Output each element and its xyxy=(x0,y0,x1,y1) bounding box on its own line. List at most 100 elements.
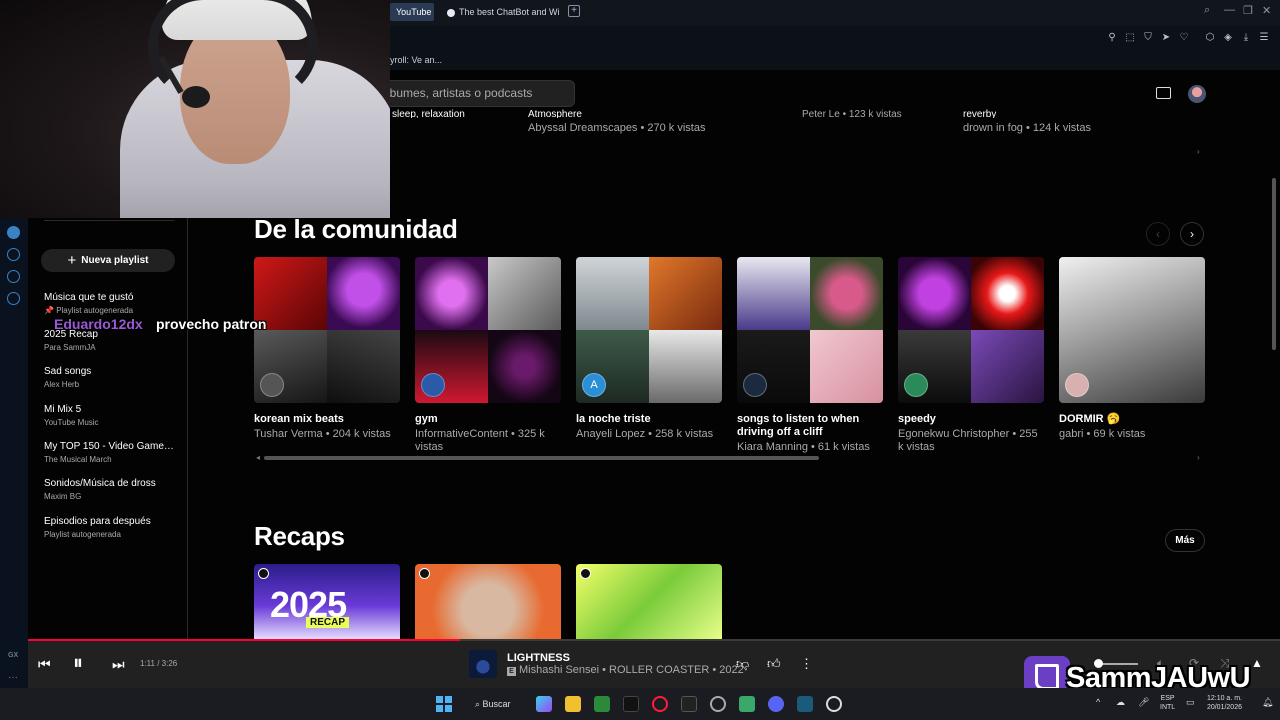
windows-start-icon[interactable] xyxy=(436,696,452,712)
playlist-cover[interactable] xyxy=(898,257,1044,403)
tab-youtube[interactable]: YouTube xyxy=(390,3,434,21)
like-icon[interactable]: 👍︎ xyxy=(767,656,781,672)
playlist-card[interactable]: gym InformativeContent • 325 k vistas xyxy=(415,257,561,454)
player-icon[interactable] xyxy=(7,270,20,283)
next-track-icon[interactable]: ⏭ xyxy=(112,656,125,673)
recap-card[interactable]: 2025 RECAP xyxy=(254,564,400,640)
mic-tray-icon[interactable]: 🎤︎ xyxy=(1138,697,1149,708)
tray-chevron-icon[interactable]: ^ xyxy=(1096,697,1100,707)
prev-card-title: sleep, relaxation xyxy=(392,109,465,118)
pause-icon[interactable]: ⏸ xyxy=(73,652,83,675)
card-title[interactable]: DORMIR 🥱 xyxy=(1059,413,1205,426)
opera-gx-icon[interactable] xyxy=(652,696,668,712)
taskbar-search[interactable]: ⌕ Buscar xyxy=(468,695,524,713)
section-title-community: De la comunidad xyxy=(254,214,458,244)
carousel-next-button[interactable]: › xyxy=(1180,222,1204,246)
card-title[interactable]: korean mix beats xyxy=(254,413,400,426)
horizontal-scrollbar[interactable] xyxy=(264,456,819,460)
card-title[interactable]: songs to listen to when driving off a cl… xyxy=(737,413,883,439)
new-playlist-button[interactable]: + Nueva playlist xyxy=(41,249,175,272)
card-title[interactable]: gym xyxy=(415,413,561,426)
menu-icon[interactable]: ☰ xyxy=(1257,31,1271,45)
carousel-prev-button[interactable]: ‹ xyxy=(1146,222,1170,246)
shield-icon[interactable]: ⛉ xyxy=(1141,31,1155,45)
gx-icon[interactable]: GX xyxy=(8,652,18,659)
playlist-card[interactable]: A la noche triste Anayeli Lopez • 258 k … xyxy=(576,257,722,441)
copilot-icon[interactable] xyxy=(536,696,552,712)
playlist-card[interactable]: DORMIR 🥱 gabri • 69 k vistas xyxy=(1059,257,1205,441)
sidebar-item-liked-music[interactable]: Música que te gustó 📌 Playlist autogener… xyxy=(44,292,176,315)
more-options-icon[interactable]: ⋮ xyxy=(800,656,813,672)
prev-card-title: Atmosphere xyxy=(528,109,582,118)
maximize-icon[interactable]: ❐ xyxy=(1243,4,1253,17)
sidebar-item-2025-recap[interactable]: 2025 Recap Para SammJA xyxy=(44,329,176,352)
messenger-icon[interactable] xyxy=(7,226,20,239)
scroll-right-icon[interactable]: › xyxy=(1197,453,1200,462)
discord-icon[interactable] xyxy=(768,696,784,712)
taskbar-clock[interactable]: 12:10 a. m. 20/01/2026 xyxy=(1198,694,1242,712)
dislike-icon[interactable]: 👎︎ xyxy=(736,656,749,672)
close-icon[interactable]: ✕ xyxy=(1262,4,1271,17)
download-icon[interactable]: ⤓ xyxy=(1239,31,1253,45)
obs-icon[interactable] xyxy=(710,696,726,712)
playlist-cover[interactable] xyxy=(1059,257,1205,403)
sidebar-item-dross[interactable]: Sonidos/Música de dross Maxim BG xyxy=(44,478,176,501)
pin-icon[interactable]: ⚲ xyxy=(1105,31,1119,45)
playlist-cover[interactable] xyxy=(737,257,883,403)
network-icon[interactable]: ▭ xyxy=(1186,697,1195,708)
recap-card[interactable] xyxy=(576,564,722,640)
app-icon[interactable] xyxy=(739,696,755,712)
tiktok-icon[interactable] xyxy=(623,696,639,712)
playlist-card[interactable]: songs to listen to when driving off a cl… xyxy=(737,257,883,454)
owner-avatar: A xyxy=(582,373,606,397)
bookmark-item[interactable]: yroll: Ve an... xyxy=(390,55,442,65)
card-subtitle: InformativeContent • 325 k vistas xyxy=(415,428,545,453)
playlist-cover[interactable] xyxy=(254,257,400,403)
scroll-left-icon[interactable]: ◂ xyxy=(256,453,260,462)
now-playing-meta[interactable]: Mishashi Sensei • ROLLER COASTER • 2022 xyxy=(519,664,744,676)
card-title[interactable]: speedy xyxy=(898,413,1044,426)
recap-card[interactable] xyxy=(415,564,561,640)
history-icon[interactable] xyxy=(7,248,20,261)
now-playing-artwork[interactable] xyxy=(469,650,497,678)
sidebar-item-episodes[interactable]: Episodios para después Playlist autogene… xyxy=(44,516,176,539)
avatar[interactable] xyxy=(1188,85,1206,103)
playlist-cover[interactable]: A xyxy=(576,257,722,403)
expand-player-icon[interactable]: ▲ xyxy=(1251,656,1263,670)
search-tabs-icon[interactable]: ⌕ xyxy=(1204,4,1210,17)
heart-icon[interactable]: ♡ xyxy=(1177,31,1191,45)
recap-logo-icon xyxy=(258,568,269,579)
playlist-cover[interactable] xyxy=(415,257,561,403)
new-tab-button[interactable]: + xyxy=(568,5,580,17)
sidebar-item-top-150[interactable]: My TOP 150 - Video Game S... The Musical… xyxy=(44,441,176,464)
sidebar-item-mi-mix-5[interactable]: Mi Mix 5 YouTube Music xyxy=(44,404,176,427)
send-icon[interactable]: ➤ xyxy=(1159,31,1173,45)
sidebar-divider xyxy=(44,220,174,221)
language-indicator[interactable]: ESP INTL xyxy=(1160,694,1175,712)
cast-icon[interactable] xyxy=(1156,87,1171,99)
more-icon[interactable]: ··· xyxy=(8,672,18,683)
minimize-icon[interactable]: — xyxy=(1224,4,1235,16)
file-explorer-icon[interactable] xyxy=(565,696,581,712)
playlist-card[interactable]: korean mix beats Tushar Verma • 204 k vi… xyxy=(254,257,400,441)
search-input[interactable]: lbumes, artistas o podcasts xyxy=(378,80,575,107)
sidebar-item-sad-songs[interactable]: Sad songs Alex Herb xyxy=(44,366,176,389)
snapshot-icon[interactable]: ⬚ xyxy=(1123,31,1137,45)
capcut-icon[interactable] xyxy=(681,696,697,712)
onedrive-icon[interactable]: ☁ xyxy=(1116,697,1125,708)
card-title[interactable]: la noche triste xyxy=(576,413,722,426)
now-playing-title[interactable]: LIGHTNESS xyxy=(507,652,570,664)
steam-icon[interactable] xyxy=(826,696,842,712)
playlist-card[interactable]: speedy Egonekwu Christopher • 255 k vist… xyxy=(898,257,1044,454)
settings-icon[interactable] xyxy=(7,292,20,305)
vertical-scrollbar[interactable] xyxy=(1272,178,1276,350)
extensions-icon[interactable]: ⬡ xyxy=(1203,31,1217,45)
more-button[interactable]: Más xyxy=(1165,529,1205,552)
wallet-icon[interactable]: ◈ xyxy=(1221,31,1235,45)
chevron-right-icon[interactable]: › xyxy=(1197,147,1200,156)
minecraft-icon[interactable] xyxy=(594,696,610,712)
tab-chatbot[interactable]: The best ChatBot and Wid xyxy=(441,3,559,21)
previous-track-icon[interactable]: ⏮ xyxy=(38,656,51,673)
terminal-icon[interactable] xyxy=(797,696,813,712)
notification-icon[interactable]: 🔔︎ xyxy=(1262,697,1273,708)
